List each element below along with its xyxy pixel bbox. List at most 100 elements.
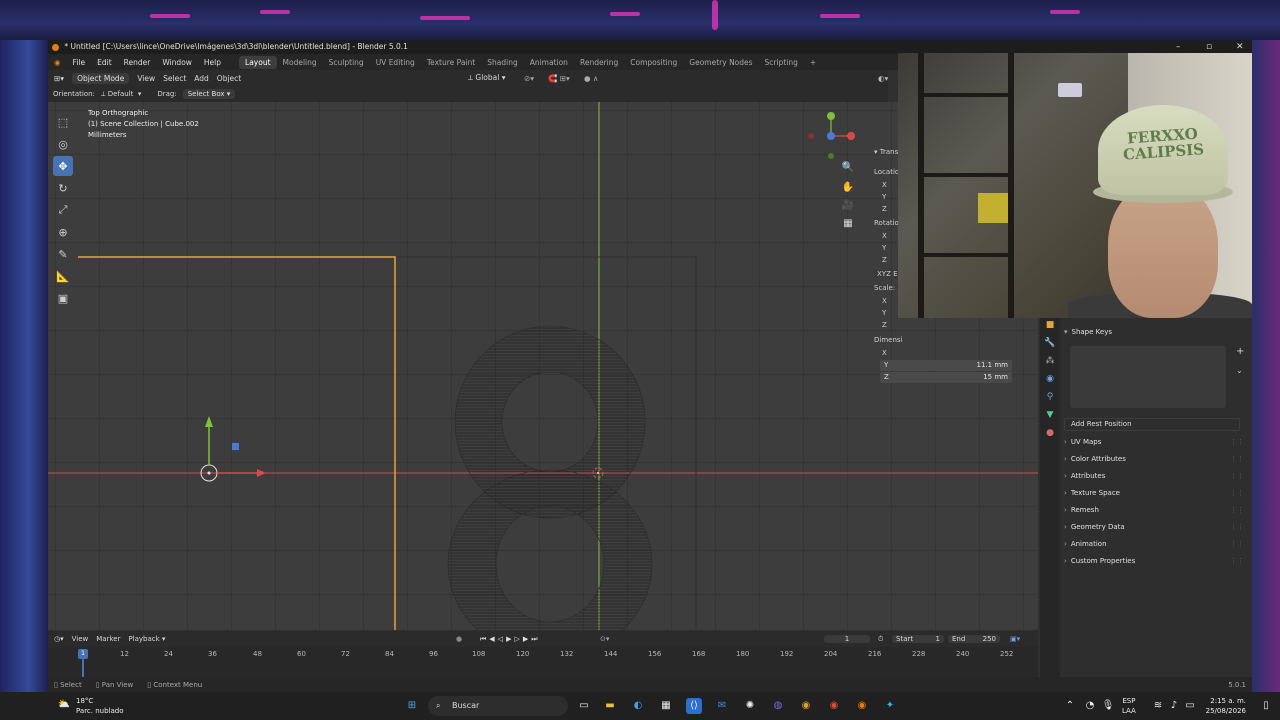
workspace-tab-layout[interactable]: Layout	[239, 55, 277, 69]
menu-help[interactable]: Help	[198, 58, 227, 67]
workspace-tab-scripting[interactable]: Scripting	[759, 56, 804, 69]
location-x[interactable]: X	[882, 181, 887, 189]
maximize-icon[interactable]: ▫	[1206, 40, 1212, 54]
measure-tool-icon[interactable]: 📐	[53, 266, 73, 286]
current-frame-field[interactable]: 1	[824, 635, 870, 643]
scale-x[interactable]: X	[882, 297, 887, 305]
workspace-tab-modeling[interactable]: Modeling	[277, 56, 323, 69]
workspace-tab-uv-editing[interactable]: UV Editing	[370, 56, 421, 69]
section-geometry-data[interactable]: › Geometry Data ⋮⋮	[1064, 521, 1250, 534]
orientation-dropdown[interactable]: ⟂ Default ▾	[101, 90, 141, 99]
weather-widget[interactable]: 18°C Parc. nublado	[76, 696, 124, 716]
workspace-tab-geometry-nodes[interactable]: Geometry Nodes	[683, 56, 758, 69]
clock[interactable]: 2:15 a. m. 25/08/2026	[1200, 696, 1246, 716]
edge-icon[interactable]: ◐	[630, 698, 646, 714]
workspace-tab-rendering[interactable]: Rendering	[574, 56, 624, 69]
header-menu-select[interactable]: Select	[163, 74, 186, 83]
menu-file[interactable]: File	[67, 58, 92, 67]
microphone-icon[interactable]: 🎙	[1100, 698, 1116, 714]
blender-menu-icon[interactable]: ◉	[48, 58, 67, 67]
end-frame-field[interactable]: End 250	[948, 635, 1000, 643]
timeline-menu-view[interactable]: View	[72, 635, 89, 643]
rotation-y[interactable]: Y	[882, 244, 886, 252]
dimensions-z-field[interactable]: Z 15 mm	[880, 372, 1012, 383]
add-rest-position-checkbox[interactable]: Add Rest Position	[1064, 418, 1240, 431]
workspace-tab-texture-paint[interactable]: Texture Paint	[421, 56, 481, 69]
timeline-area[interactable]: 1 12 24 36 48 60 72 84 96 108 120 132 14…	[48, 647, 1038, 677]
rotation-z[interactable]: Z	[882, 256, 887, 264]
zoom-icon[interactable]: 🔍	[840, 162, 856, 178]
annotate-tool-icon[interactable]: ✎	[53, 244, 73, 264]
viewport-options-icon[interactable]: ◐▾	[878, 74, 888, 83]
add-shape-key-button[interactable]: +	[1236, 346, 1244, 357]
transform-tool-icon[interactable]: ⊕	[53, 222, 73, 242]
add-workspace-button[interactable]: +	[804, 56, 822, 69]
constraints-tab-icon[interactable]: ⚲	[1042, 392, 1058, 408]
add-cube-tool-icon[interactable]: ▣	[53, 288, 73, 308]
file-explorer-icon[interactable]: ▬	[602, 698, 618, 714]
pivot-icon[interactable]: ⊘▾	[524, 74, 534, 83]
shape-keys-list[interactable]	[1070, 346, 1226, 408]
object-properties-tab-icon[interactable]: ■	[1042, 320, 1058, 336]
section-remesh[interactable]: › Remesh ⋮⋮	[1064, 504, 1250, 517]
camera-view-icon[interactable]: 🎥	[840, 200, 856, 216]
notifications-icon[interactable]: ▯	[1258, 698, 1274, 714]
store-icon[interactable]: ▦	[658, 698, 674, 714]
outlook-icon[interactable]: ✉	[714, 698, 730, 714]
close-icon[interactable]: ✕	[1236, 40, 1244, 54]
header-menu-add[interactable]: Add	[194, 74, 209, 83]
section-custom-properties[interactable]: › Custom Properties ⋮⋮	[1064, 555, 1250, 568]
taskbar-search[interactable]: ⌕ Buscar	[428, 696, 568, 716]
drag-dropdown[interactable]: Select Box ▾	[182, 89, 236, 99]
transform-orientation-dropdown[interactable]: ⟂ Global ▾	[468, 73, 505, 83]
location-y[interactable]: Y	[882, 193, 886, 201]
preview-range-icon[interactable]: ⏱	[878, 635, 883, 644]
task-view-icon[interactable]: ▭	[576, 698, 592, 714]
modifier-tab-icon[interactable]: 🔧	[1042, 338, 1058, 354]
dimensions-y-field[interactable]: Y 11.1 mm	[880, 360, 1012, 371]
rotate-tool-icon[interactable]: ↻	[53, 178, 73, 198]
timeline-editor-icon[interactable]: ◷▾	[54, 635, 64, 643]
vscode-icon[interactable]: ⟨⟩	[686, 698, 702, 714]
physics-tab-icon[interactable]: ◉	[1042, 374, 1058, 390]
rotation-mode-dropdown[interactable]: XYZ E	[874, 270, 901, 278]
menu-render[interactable]: Render	[118, 58, 157, 67]
keyframe-menu-icon[interactable]: ⊙▾	[600, 635, 609, 643]
mesh-data-tab-icon[interactable]: ▼	[1042, 410, 1058, 426]
blender-taskbar-icon[interactable]: ◉	[854, 698, 870, 714]
scale-y[interactable]: Y	[882, 309, 886, 317]
object-mode-dropdown[interactable]: Object Mode	[72, 72, 130, 84]
battery-icon[interactable]: ▭	[1182, 698, 1198, 714]
section-texture-space[interactable]: › Texture Space ⋮⋮	[1064, 487, 1250, 500]
language-indicator[interactable]: ESP LAA	[1122, 696, 1136, 716]
snap-icon[interactable]: 🧲 ⊞▾	[548, 74, 570, 83]
scale-z[interactable]: Z	[882, 321, 887, 329]
move-tool-icon[interactable]: ✥	[53, 156, 73, 176]
start-frame-field[interactable]: Start 1	[892, 635, 944, 643]
menu-window[interactable]: Window	[156, 58, 198, 67]
workspace-tab-shading[interactable]: Shading	[481, 56, 523, 69]
section-shape-keys[interactable]: ▾ Shape Keys	[1064, 326, 1250, 339]
playhead[interactable]: 1	[78, 649, 88, 659]
timeline-menu-playback[interactable]: Playback ▾	[128, 635, 165, 643]
timeline-menu-marker[interactable]: Marker	[96, 635, 120, 643]
header-menu-view[interactable]: View	[137, 74, 155, 83]
pan-hand-icon[interactable]: ✋	[840, 182, 856, 198]
ortho-toggle-icon[interactable]: ▦	[840, 218, 856, 234]
minimize-icon[interactable]: –	[1176, 40, 1181, 54]
navigation-gizmo[interactable]	[808, 110, 858, 160]
discord-icon[interactable]: ◍	[770, 698, 786, 714]
section-color-attributes[interactable]: › Color Attributes ⋮⋮	[1064, 453, 1250, 466]
section-uv-maps[interactable]: › UV Maps ⋮⋮	[1064, 436, 1250, 449]
playback-controls[interactable]: ⏮◀◁▶▷▶⏭	[480, 635, 541, 644]
section-animation[interactable]: › Animation ⋮⋮	[1064, 538, 1250, 551]
wifi-icon[interactable]: ≋	[1150, 698, 1166, 714]
location-z[interactable]: Z	[882, 205, 887, 213]
cursor-tool-icon[interactable]: ◎	[53, 134, 73, 154]
chrome-icon[interactable]: ◉	[826, 698, 842, 714]
scale-tool-icon[interactable]: ⤢	[53, 200, 73, 220]
workspace-tab-compositing[interactable]: Compositing	[624, 56, 683, 69]
tray-chevron-icon[interactable]: ⌃	[1062, 698, 1078, 714]
chatgpt-icon[interactable]: ✺	[742, 698, 758, 714]
auto-keying-icon[interactable]: ●	[456, 635, 462, 643]
